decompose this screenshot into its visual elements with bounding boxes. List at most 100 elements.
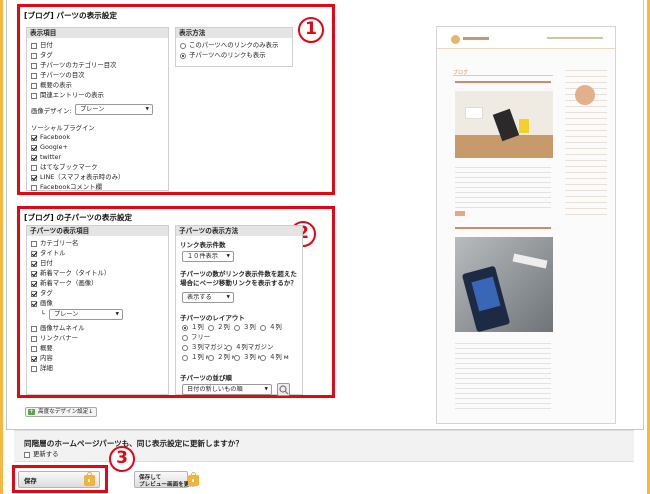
radio-button[interactable] <box>226 344 232 351</box>
display-item-checkbox[interactable]: 概要の表示 <box>31 81 72 90</box>
social-plugin-checkbox[interactable]: LINE（スマフォ表示時のみ） <box>31 173 124 182</box>
checkbox[interactable] <box>31 365 37 372</box>
display-method-radio[interactable]: このパーツへのリンクのみ表示 <box>180 41 278 50</box>
checkbox[interactable] <box>31 154 37 161</box>
radio-button[interactable] <box>234 324 240 331</box>
radio-button[interactable] <box>234 354 240 361</box>
checkbox[interactable] <box>31 174 37 181</box>
child-item-checkbox[interactable]: タグ <box>31 289 53 298</box>
layout-radio[interactable]: ３列 <box>234 323 256 332</box>
child-item-checkbox[interactable]: タイトル <box>31 249 66 258</box>
display-item-checkbox[interactable]: 日付 <box>31 41 53 50</box>
layout-radio[interactable]: ４列 <box>260 323 282 332</box>
checkbox[interactable] <box>31 335 37 342</box>
link-count-select[interactable]: １０件表示 <box>182 251 234 262</box>
radio-button[interactable] <box>208 354 214 361</box>
order-select[interactable]: 日付の新しいもの順 <box>182 384 272 395</box>
social-plugin-checkbox-label: Facebookコメント欄 <box>40 183 102 191</box>
save-button[interactable]: 保存 <box>18 471 100 488</box>
child-item-checkbox[interactable]: 新着マーク（画像） <box>31 279 98 288</box>
image-design-select[interactable]: プレーン <box>75 104 153 115</box>
advanced-design-link[interactable]: + 高度なデザイン設定↓ <box>25 407 98 417</box>
child-item-checkbox[interactable]: 画像 <box>31 299 53 308</box>
update-checkbox[interactable] <box>24 451 30 458</box>
layout-radio-label: フリー <box>191 333 211 341</box>
child-item-checkbox-label: 画像サムネイル <box>40 324 85 332</box>
child-item-checkbox[interactable]: リンクバナー <box>31 334 78 343</box>
display-method-panel: 表示方法 このパーツへのリンクのみ表示 子パーツへのリンクも表示 <box>175 27 293 67</box>
child-item-checkbox[interactable]: 詳細 <box>31 364 53 373</box>
checkbox[interactable] <box>31 300 37 307</box>
checkbox[interactable] <box>31 355 37 362</box>
save-and-preview-button[interactable]: 保存して プレビュー画面を更新 <box>134 471 199 488</box>
layout-radio[interactable]: ２列 <box>208 323 230 332</box>
child-item-checkbox[interactable]: 内容 <box>31 354 53 363</box>
layout-radio[interactable]: ４列マガジン <box>226 343 273 352</box>
display-item-checkbox-label: タグ <box>40 51 53 59</box>
child-item-checkbox[interactable]: 新着マーク（タイトル） <box>31 269 110 278</box>
radio-button[interactable] <box>182 344 188 351</box>
checkbox[interactable] <box>31 290 37 297</box>
checkbox[interactable] <box>31 240 37 247</box>
checkbox[interactable] <box>31 144 37 151</box>
checkbox[interactable] <box>31 134 37 141</box>
checkbox[interactable] <box>31 72 37 79</box>
layout-radio[interactable]: １列 <box>182 323 204 332</box>
order-toggle-button[interactable] <box>277 383 290 396</box>
update-checkbox-row[interactable]: 更新する <box>24 450 59 459</box>
checkbox[interactable] <box>31 250 37 257</box>
radio-button[interactable] <box>180 42 186 49</box>
radio-button[interactable] <box>260 354 266 361</box>
social-plugin-checkbox[interactable]: Facebook <box>31 133 70 142</box>
child-item-checkbox[interactable]: カテゴリー名 <box>31 239 78 248</box>
radio-button[interactable] <box>182 324 188 331</box>
display-item-checkbox[interactable]: 子パーツの目次 <box>31 71 85 80</box>
checkbox[interactable] <box>31 62 37 69</box>
save-button-label: 保存 <box>24 477 37 485</box>
child-item-checkbox[interactable]: 画像サムネイル <box>31 324 85 333</box>
display-item-checkbox[interactable]: タグ <box>31 51 53 60</box>
checkbox[interactable] <box>31 280 37 287</box>
radio-button[interactable] <box>260 324 266 331</box>
checkbox[interactable] <box>31 42 37 49</box>
checkbox[interactable] <box>31 164 37 171</box>
step3-number-badge: 3 <box>109 446 135 472</box>
checkbox[interactable] <box>31 184 37 191</box>
lock-icon <box>84 472 95 486</box>
update-question: 同階層のホームページパーツも、同じ表示設定に更新しますか？ <box>24 439 243 448</box>
checkbox[interactable] <box>31 260 37 267</box>
display-method-radio[interactable]: 子パーツへのリンクも表示 <box>180 51 266 60</box>
child-image-design-select[interactable]: プレーン <box>49 309 123 320</box>
child-item-checkbox[interactable]: 概要 <box>31 344 53 353</box>
radio-button[interactable] <box>208 324 214 331</box>
checkbox[interactable] <box>31 52 37 59</box>
chevron-down-icon: ↓ <box>88 409 94 415</box>
layout-radio[interactable]: ３列 ᴍ <box>234 353 263 362</box>
paging-select[interactable]: 表示する <box>182 292 234 303</box>
layout-radio[interactable]: １列 ᴍ <box>182 353 211 362</box>
child-item-checkbox-label: タグ <box>40 289 53 297</box>
display-item-checkbox[interactable]: 関連エントリーの表示 <box>31 91 104 100</box>
radio-button[interactable] <box>182 334 188 341</box>
checkbox[interactable] <box>31 325 37 332</box>
checkbox[interactable] <box>31 270 37 277</box>
layout-radio[interactable]: ３列マガジン <box>182 343 229 352</box>
checkbox[interactable] <box>31 345 37 352</box>
radio-button[interactable] <box>180 52 186 59</box>
layout-radio[interactable]: ４列 ᴍ <box>260 353 289 362</box>
layout-radio[interactable]: フリー <box>182 333 210 342</box>
layout-label: 子パーツのレイアウト <box>180 314 245 322</box>
child-item-checkbox[interactable]: 日付 <box>31 259 53 268</box>
social-plugin-checkbox[interactable]: はてなブックマーク <box>31 163 98 172</box>
social-plugin-checkbox[interactable]: Facebookコメント欄 <box>31 183 102 192</box>
display-item-checkbox[interactable]: 子パーツのカテゴリー目次 <box>31 61 117 70</box>
layout-radio[interactable]: ２列 ᴍ <box>208 353 237 362</box>
social-plugin-checkbox[interactable]: Google+ <box>31 143 68 152</box>
checkbox[interactable] <box>31 82 37 89</box>
child-item-checkbox-label: 詳細 <box>40 364 53 372</box>
social-plugin-checkbox[interactable]: twitter <box>31 153 61 162</box>
radio-button[interactable] <box>182 354 188 361</box>
preview-photo-1 <box>455 91 553 158</box>
checkbox[interactable] <box>31 92 37 99</box>
child-items-panel: 子パーツの表示項目 カテゴリー名 タイトル 日付 新着マーク（タイトル） 新着マーク（画… <box>26 225 169 395</box>
